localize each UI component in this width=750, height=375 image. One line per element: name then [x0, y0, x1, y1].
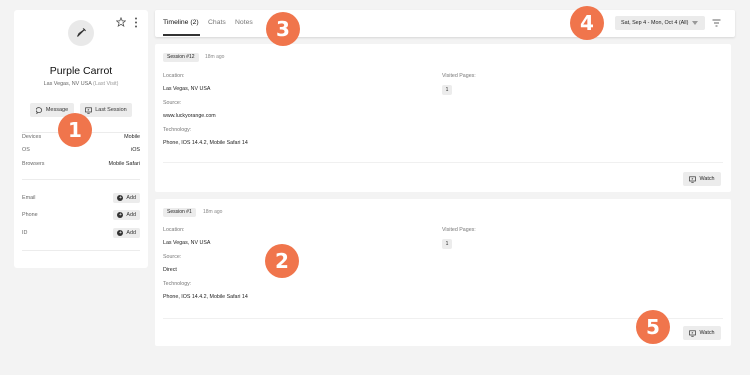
monitor-play-icon — [689, 329, 697, 337]
add-label: Add — [126, 230, 136, 236]
detail-row-browsers: Browsers Mobile Safari — [22, 161, 140, 167]
chat-bubble-icon — [35, 106, 42, 114]
timeline-tab-bar: Timeline (2) Chats Notes Sat, Sep 4 - Mo… — [155, 10, 735, 37]
source-label: Source: — [163, 100, 182, 106]
divider — [163, 162, 723, 163]
session-time-ago: 18m ago — [203, 209, 223, 215]
step-marker-4: 4 — [570, 6, 604, 40]
add-phone-button[interactable]: + Add — [113, 210, 140, 220]
step-marker-5: 5 — [636, 310, 670, 344]
chevron-down-icon — [692, 21, 698, 25]
session-time-ago: 18m ago — [205, 54, 225, 60]
contact-row-id: ID + Add — [22, 228, 140, 238]
visitor-location-text: Las Vegas, NV USA — [43, 81, 92, 87]
location-label: Location: — [163, 227, 185, 233]
message-button-label: Message — [45, 107, 69, 113]
star-icon[interactable] — [116, 17, 126, 27]
active-tab-indicator — [163, 34, 200, 36]
visited-pages-label: Visited Pages: — [442, 227, 476, 233]
step-marker-1: 1 — [58, 113, 92, 147]
session-badge: Session #12 — [163, 53, 199, 62]
last-visit-note: (Last Visit) — [93, 81, 119, 87]
monitor-play-icon — [689, 175, 697, 183]
technology-label: Technology: — [163, 281, 192, 287]
avatar — [68, 20, 94, 46]
step-marker-3: 3 — [266, 12, 300, 46]
plus-icon: + — [117, 212, 124, 218]
source-value: Direct — [163, 267, 177, 273]
technology-value: Phone, IOS 14.4.2, Mobile Safari 14 — [163, 294, 248, 300]
add-id-button[interactable]: + Add — [113, 228, 140, 238]
watch-button[interactable]: Watch — [683, 172, 721, 186]
tab-notes[interactable]: Notes — [235, 19, 253, 26]
visitor-name: Purple Carrot — [49, 65, 113, 77]
plus-icon: + — [117, 195, 124, 201]
visited-pages-count[interactable]: 1 — [442, 85, 452, 95]
session-card: Session #12 18m ago Location: Las Vegas,… — [155, 44, 731, 192]
detail-row-os: OS iOS — [22, 147, 140, 153]
detail-key: OS — [22, 147, 30, 153]
location-value: Las Vegas, NV USA — [163, 86, 211, 92]
divider — [22, 179, 140, 180]
monitor-play-icon — [85, 106, 93, 114]
contact-key: ID — [22, 230, 28, 236]
visited-pages-label: Visited Pages: — [442, 73, 476, 79]
detail-key: Browsers — [22, 161, 45, 167]
technology-label: Technology: — [163, 127, 192, 133]
last-session-button-label: Last Session — [95, 107, 127, 113]
source-value: www.luckyorange.com — [163, 113, 216, 119]
detail-value: Mobile Safari — [108, 161, 140, 167]
last-session-button[interactable]: Last Session — [80, 103, 132, 117]
add-label: Add — [126, 195, 136, 201]
source-label: Source: — [163, 254, 182, 260]
step-marker-2: 2 — [265, 244, 299, 278]
session-badge: Session #1 — [163, 208, 196, 217]
location-value: Las Vegas, NV USA — [163, 240, 211, 246]
plus-icon: + — [117, 230, 124, 236]
add-email-button[interactable]: + Add — [113, 193, 140, 203]
date-range-value: Sat, Sep 4 - Mon, Oct 4 (All) — [621, 20, 689, 26]
detail-value: iOS — [131, 147, 140, 153]
visitor-location: Las Vegas, NV USA (Last Visit) — [14, 81, 148, 87]
contact-key: Phone — [22, 212, 38, 218]
technology-value: Phone, IOS 14.4.2, Mobile Safari 14 — [163, 140, 248, 146]
tab-chats[interactable]: Chats — [208, 19, 226, 26]
date-range-select[interactable]: Sat, Sep 4 - Mon, Oct 4 (All) — [615, 16, 705, 30]
visited-pages-count[interactable]: 1 — [442, 239, 452, 249]
carrot-icon — [77, 28, 86, 37]
filter-icon[interactable] — [712, 19, 721, 27]
watch-button[interactable]: Watch — [683, 326, 721, 340]
watch-button-label: Watch — [699, 176, 715, 182]
more-options-icon[interactable] — [134, 17, 138, 28]
detail-value: Mobile — [124, 134, 140, 140]
contact-key: Email — [22, 195, 36, 201]
contact-row-email: Email + Add — [22, 193, 140, 203]
add-label: Add — [126, 212, 136, 218]
contact-row-phone: Phone + Add — [22, 210, 140, 220]
detail-key: Devices — [22, 134, 42, 140]
divider — [22, 250, 140, 251]
location-label: Location: — [163, 73, 185, 79]
watch-button-label: Watch — [699, 330, 715, 336]
tab-timeline[interactable]: Timeline (2) — [163, 19, 199, 26]
